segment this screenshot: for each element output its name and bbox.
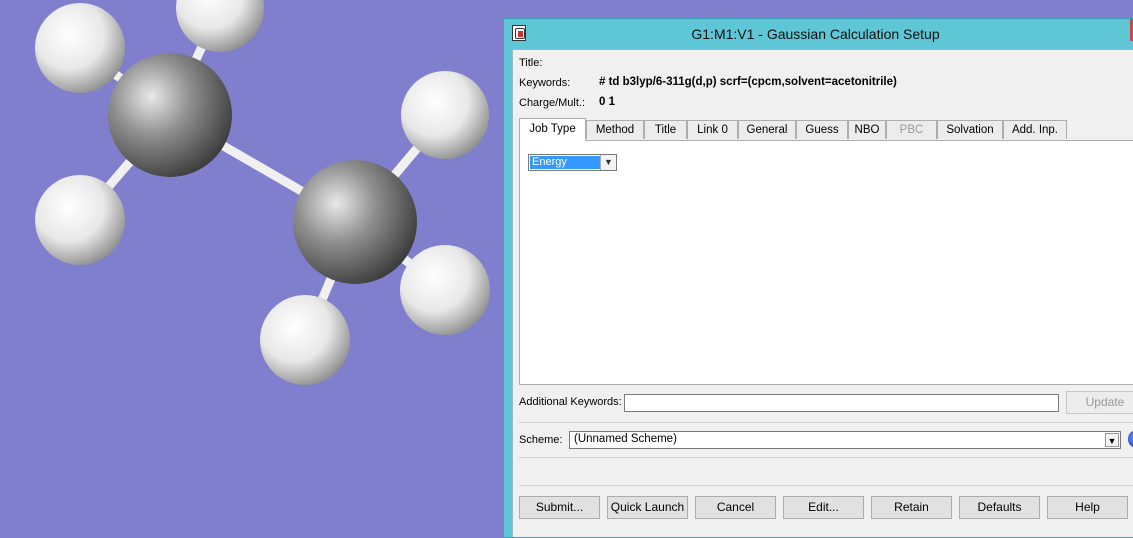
chevron-down-icon[interactable]: ▼ [1105,433,1119,447]
carbon-atom[interactable] [293,160,417,284]
tab-method[interactable]: Method [586,120,644,139]
additional-keywords-label: Additional Keywords: [519,396,622,408]
divider [519,422,1133,423]
keywords-label: Keywords: [519,77,571,89]
window-title: G1:M1:V1 - Gaussian Calculation Setup [691,26,940,42]
retain-button[interactable]: Retain [871,496,952,519]
tab-solvation[interactable]: Solvation [937,120,1003,139]
carbon-atom[interactable] [108,53,232,177]
cancel-button[interactable]: Cancel [695,496,776,519]
tab-add-inp[interactable]: Add. Inp. [1003,120,1067,139]
tab-job-type[interactable]: Job Type [519,118,586,141]
tab-pbc: PBC [886,120,937,139]
hydrogen-atom[interactable] [401,71,489,159]
defaults-button[interactable]: Defaults [959,496,1040,519]
charge-mult-label: Charge/Mult.: [519,97,586,109]
tab-general[interactable]: General [738,120,796,139]
tab-title[interactable]: Title [644,120,687,139]
divider [519,485,1133,486]
job-type-selected-value: Energy [530,156,601,169]
tab-nbo[interactable]: NBO [848,120,886,139]
help-button[interactable]: Help [1047,496,1128,519]
job-type-select[interactable]: Energy ▼ [528,154,617,171]
hydrogen-atom[interactable] [176,0,264,52]
additional-keywords-input[interactable] [624,394,1059,412]
globe-icon[interactable] [1128,431,1133,447]
hydrogen-atom[interactable] [35,175,125,265]
quick-launch-button[interactable]: Quick Launch [607,496,688,519]
charge-mult-value: 0 1 [599,96,615,108]
scheme-select[interactable]: (Unnamed Scheme) ▼ [569,431,1121,449]
divider [519,457,1133,458]
edit-button[interactable]: Edit... [783,496,864,519]
hydrogen-atom[interactable] [400,245,490,335]
gaussian-setup-window: G1:M1:V1 - Gaussian Calculation Setup Ti… [503,18,1133,538]
job-type-panel: Energy ▼ [519,140,1133,385]
scheme-label: Scheme: [519,434,563,446]
tab-guess[interactable]: Guess [796,120,848,139]
title-label: Title: [519,57,543,69]
hydrogen-atom[interactable] [260,295,350,385]
chevron-down-icon[interactable]: ▼ [600,155,616,170]
submit-button[interactable]: Submit... [519,496,600,519]
molecule-viewport[interactable] [0,0,505,534]
keywords-value: # td b3lyp/6-311g(d,p) scrf=(cpcm,solven… [599,76,897,88]
tab-link0[interactable]: Link 0 [687,120,738,139]
dialog-client-area: Title: Keywords: # td b3lyp/6-311g(d,p) … [512,49,1133,537]
title-bar[interactable]: G1:M1:V1 - Gaussian Calculation Setup [504,19,1133,49]
scheme-selected-value: (Unnamed Scheme) [574,433,677,445]
hydrogen-atom[interactable] [35,3,125,93]
update-button: Update [1066,391,1133,414]
